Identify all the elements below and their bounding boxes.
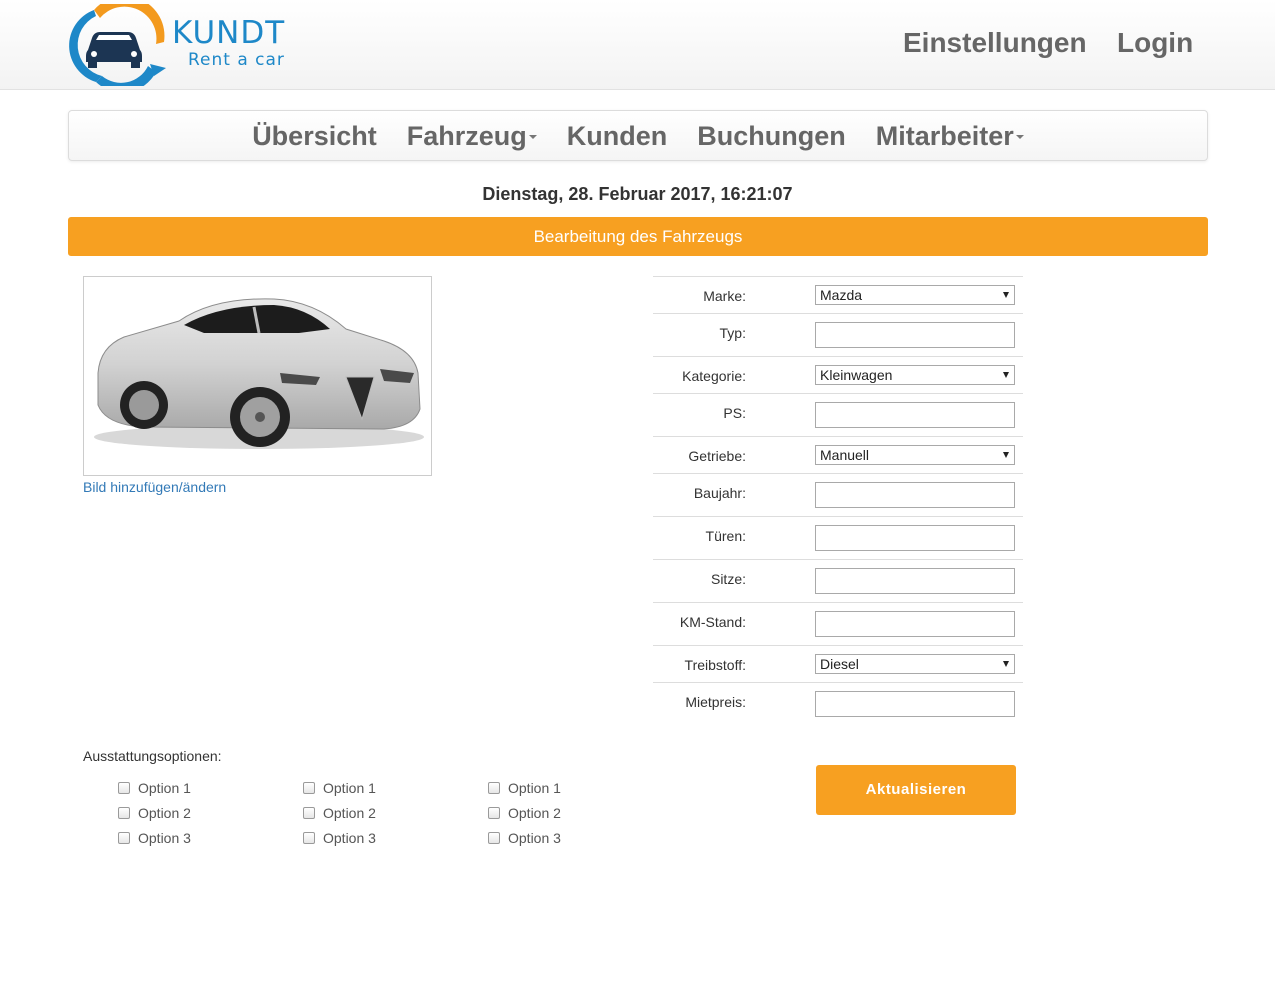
checkbox[interactable] (303, 781, 315, 794)
typ-input[interactable] (815, 322, 1015, 348)
option-label: Option 3 (508, 829, 561, 846)
option-checkbox-row[interactable]: Option 1 (303, 775, 376, 800)
options-heading: Ausstattungsoptionen: (83, 748, 222, 764)
form-row-mietpreis: Mietpreis: (653, 682, 1023, 725)
select-value: Diesel (820, 656, 859, 672)
option-checkbox-row[interactable]: Option 2 (118, 800, 191, 825)
change-image-link[interactable]: Bild hinzufügen/ändern (83, 478, 226, 496)
kategorie-select[interactable]: Kleinwagen (815, 365, 1015, 385)
nav-item-uebersicht[interactable]: Übersicht (252, 119, 377, 153)
update-button[interactable]: Aktualisieren (816, 765, 1016, 815)
option-checkbox-row[interactable]: Option 3 (488, 825, 561, 850)
option-checkbox-row[interactable]: Option 1 (118, 775, 191, 800)
logo-tagline: Rent a car (188, 50, 285, 70)
option-checkbox-row[interactable]: Option 3 (303, 825, 376, 850)
checkbox[interactable] (488, 806, 500, 819)
form-row-kategorie: Kategorie: Kleinwagen (653, 356, 1023, 393)
car-photo-icon (94, 298, 424, 449)
vehicle-form: Marke: Mazda Typ: Kategorie: Kleinwagen … (653, 276, 1023, 725)
treibstoff-select[interactable]: Diesel (815, 654, 1015, 674)
field-label: KM-Stand: (679, 614, 746, 630)
option-checkbox-row[interactable]: Option 2 (303, 800, 376, 825)
form-row-getriebe: Getriebe: Manuell (653, 436, 1023, 473)
caret-down-icon (1015, 135, 1024, 140)
nav-item-label: Übersicht (252, 120, 377, 151)
car-logo-icon (69, 4, 166, 86)
options-column-2: Option 1 Option 2 Option 3 (303, 775, 376, 850)
field-label: Treibstoff: (684, 657, 746, 673)
dropdown-arrow-icon (1003, 661, 1009, 667)
top-header: KUNDT Rent a car Einstellungen Login (0, 0, 1275, 90)
option-checkbox-row[interactable]: Option 2 (488, 800, 561, 825)
field-label: Baujahr: (693, 485, 746, 501)
option-label: Option 1 (508, 779, 561, 796)
form-row-treibstoff: Treibstoff: Diesel (653, 645, 1023, 682)
option-checkbox-row[interactable]: Option 1 (488, 775, 561, 800)
kundt-logo[interactable]: KUNDT Rent a car (56, 4, 296, 86)
form-row-tueren: Türen: (653, 516, 1023, 559)
nav-item-buchungen[interactable]: Buchungen (697, 119, 846, 153)
dropdown-arrow-icon (1003, 452, 1009, 458)
current-datetime: Dienstag, 28. Februar 2017, 16:21:07 (482, 184, 793, 204)
form-row-km-stand: KM-Stand: (653, 602, 1023, 645)
checkbox[interactable] (303, 806, 315, 819)
field-label: Mietpreis: (685, 694, 746, 710)
select-value: Manuell (820, 447, 870, 463)
settings-link[interactable]: Einstellungen (903, 26, 1087, 60)
checkbox[interactable] (488, 831, 500, 844)
form-row-typ: Typ: (653, 313, 1023, 356)
form-row-marke: Marke: Mazda (653, 276, 1023, 313)
dropdown-arrow-icon (1003, 292, 1009, 298)
checkbox[interactable] (488, 781, 500, 794)
field-label: Sitze: (710, 571, 746, 587)
option-label: Option 1 (323, 779, 376, 796)
option-label: Option 2 (508, 804, 561, 821)
option-label: Option 1 (138, 779, 191, 796)
form-row-baujahr: Baujahr: (653, 473, 1023, 516)
main-navigation: Übersicht Fahrzeug Kunden Buchungen Mita… (68, 110, 1208, 161)
vehicle-image (83, 276, 432, 476)
option-label: Option 3 (138, 829, 191, 846)
select-value: Mazda (820, 287, 863, 303)
option-label: Option 2 (138, 804, 191, 821)
form-row-sitze: Sitze: (653, 559, 1023, 602)
field-label: PS: (723, 405, 746, 421)
checkbox[interactable] (303, 831, 315, 844)
option-checkbox-row[interactable]: Option 3 (118, 825, 191, 850)
nav-item-label: Mitarbeiter (875, 120, 1014, 151)
tueren-input[interactable] (815, 525, 1015, 551)
page-title: Bearbeitung des Fahrzeugs (68, 217, 1208, 256)
sitze-input[interactable] (815, 568, 1015, 594)
checkbox[interactable] (118, 781, 130, 794)
ps-input[interactable] (815, 402, 1015, 428)
options-column-3: Option 1 Option 2 Option 3 (488, 775, 561, 850)
getriebe-select[interactable]: Manuell (815, 445, 1015, 465)
km-stand-input[interactable] (815, 611, 1015, 637)
nav-item-label: Fahrzeug (406, 120, 527, 151)
mietpreis-input[interactable] (815, 691, 1015, 717)
nav-item-kunden[interactable]: Kunden (567, 119, 668, 153)
checkbox[interactable] (118, 806, 130, 819)
checkbox[interactable] (118, 831, 130, 844)
baujahr-input[interactable] (815, 482, 1015, 508)
form-row-ps: PS: (653, 393, 1023, 436)
options-column-1: Option 1 Option 2 Option 3 (118, 775, 191, 850)
nav-item-fahrzeug[interactable]: Fahrzeug (407, 119, 537, 153)
nav-item-label: Buchungen (697, 120, 846, 151)
nav-item-mitarbeiter[interactable]: Mitarbeiter (876, 119, 1024, 153)
field-label: Getriebe: (688, 448, 746, 464)
option-label: Option 2 (323, 804, 376, 821)
dropdown-arrow-icon (1003, 372, 1009, 378)
logo-brand-text: KUNDT (172, 15, 286, 51)
caret-down-icon (528, 135, 537, 140)
field-label: Kategorie: (682, 368, 746, 384)
select-value: Kleinwagen (820, 367, 893, 383)
nav-item-label: Kunden (566, 120, 668, 151)
option-label: Option 3 (323, 829, 376, 846)
field-label: Marke: (703, 288, 746, 304)
field-label: Türen: (705, 528, 746, 544)
marke-select[interactable]: Mazda (815, 285, 1015, 305)
field-label: Typ: (719, 325, 746, 341)
login-link[interactable]: Login (1117, 26, 1193, 60)
